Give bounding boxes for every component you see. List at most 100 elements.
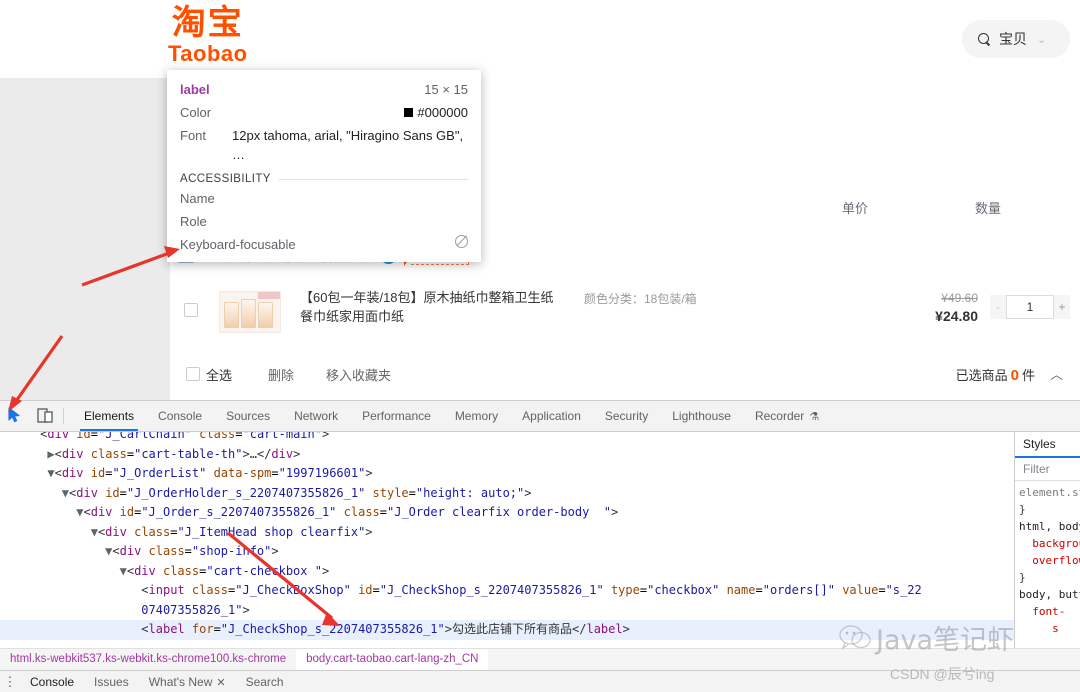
styles-rule-line: } [1019,571,1026,584]
tab-sources[interactable]: Sources [214,401,282,431]
styles-rules-list: element.style {}html, body { background … [1015,481,1080,637]
dom-tree-line[interactable]: ▼<div id="J_OrderList" data-spm="1997196… [0,464,1014,484]
inspect-element-icon[interactable] [3,403,29,429]
selected-suffix: 件 [1021,368,1035,383]
tooltip-font-label: Font [180,128,207,143]
tab-recorder[interactable]: Recorder ⚗ [743,401,831,431]
move-to-favorites-button[interactable]: 移入收藏夹 [326,365,391,384]
delete-button[interactable]: 删除 [268,365,294,384]
tab-lighthouse[interactable]: Lighthouse [660,401,743,431]
drawer-tab-console[interactable]: Console [20,675,84,689]
selected-prefix: 已选商品 [955,368,1008,383]
dom-tree-line[interactable]: ▼<div class="cart-checkbox "> [0,562,1014,582]
tooltip-element-name: label [180,82,210,97]
breadcrumb-item-body[interactable]: body.cart-taobao.cart-lang-zh_CN [296,649,489,670]
csdn-watermark: CSDN @辰兮ing [890,666,995,682]
wechat-icon [839,624,871,650]
page-header [0,0,1080,78]
color-swatch-icon [404,108,414,117]
section-divider [278,178,468,180]
tooltip-accessibility-section: ACCESSIBILITY [167,166,481,187]
column-unit-price: 单价 [842,201,869,216]
tab-elements[interactable]: Elements [72,401,146,431]
drawer-tab-issues[interactable]: Issues [84,675,139,689]
styles-panel: Styles Filter element.style {} html, body… [1014,432,1080,648]
styles-rule-line: } [1019,503,1026,516]
dom-tree-line[interactable]: <div id="J_CartChain" class="cart-main"> [0,432,1014,445]
tooltip-color-row: Color #000000 [167,101,481,124]
dom-tree-line[interactable]: ▶<div class="cart-table-th">…</div> [0,445,1014,465]
select-all-checkbox[interactable] [186,367,200,381]
toolbar-divider [63,408,64,424]
search-icon [978,32,991,46]
inspector-tooltip: label 15 × 15 Color #000000 Font 12px ta… [167,70,481,262]
dom-tree-line[interactable]: ▼<div class="J_ItemHead shop clearfix"> [0,523,1014,543]
taobao-logo[interactable]: 淘宝 Taobao [168,4,248,66]
drawer-tab-whats-new[interactable]: What's New ✕ [139,675,236,689]
item-price-current: ¥24.80 [935,308,978,324]
tooltip-font-value: 12px tahoma, arial, "Hiragino Sans GB", … [232,128,464,162]
thumb-pack-2 [241,299,256,328]
styles-tabbar: Styles [1015,432,1080,458]
thumb-tag [258,292,280,299]
item-price-group: ¥49.60 ¥24.80 [900,289,978,326]
dom-tree-line[interactable]: ▼<div id="J_OrderHolder_s_2207407355826_… [0,484,1014,504]
styles-rule-line: font- [1019,605,1066,618]
tooltip-section-title: ACCESSIBILITY [180,173,271,185]
styles-rule-line: s [1019,622,1059,635]
selected-summary: 已选商品 0 件 [956,365,1035,384]
drawer-tab-search[interactable]: Search [236,675,294,689]
item-checkbox[interactable] [184,303,198,317]
not-allowed-icon [455,235,468,248]
item-title[interactable]: 【60包一年装/18包】原木抽纸巾整箱卫生纸餐巾纸家用面巾纸 [300,288,565,326]
tab-console[interactable]: Console [146,401,214,431]
tooltip-focusable-row: Keyboard-focusable [167,233,481,256]
dom-tree[interactable]: <div id="J_CartChain" class="cart-main">… [0,432,1014,648]
taobao-cart-page: 淘宝 Taobao 宝贝 ⌄ 单价 数量 【60包一年装/18包】原木抽纸巾整箱… [0,0,1080,400]
styles-rule-line: overflow [1019,554,1080,567]
tab-performance[interactable]: Performance [350,401,443,431]
tooltip-dimensions: 15 × 15 [424,82,468,97]
close-icon[interactable]: ✕ [216,677,225,689]
item-sku: 颜色分类：18包装/箱 [584,292,697,306]
more-options-icon[interactable]: ⋮ [0,674,20,690]
selected-count: 0 [1010,367,1019,384]
devtools-main: <div id="J_CartChain" class="cart-main">… [0,432,1080,648]
wechat-watermark-text: Java笔记虾 [876,625,1015,656]
tooltip-name-label: Name [180,191,215,206]
styles-rule-line: body, button { [1019,588,1080,601]
tooltip-color-value-group: #000000 [404,103,468,122]
drawer-tab-whats-new-label: What's New [148,675,213,689]
dom-tree-line[interactable]: ▼<div class="shop-info"> [0,542,1014,562]
select-all-label[interactable]: 全选 [206,365,232,384]
breadcrumb-item-html[interactable]: html.ks-webkit537.ks-webkit.ks-chrome100… [0,649,296,670]
styles-rule-line: element.style { [1019,486,1080,499]
dom-tree-line[interactable]: <input class="J_CheckBoxShop" id="J_Chec… [0,581,1014,601]
styles-filter-input[interactable]: Filter [1015,458,1080,481]
tab-memory[interactable]: Memory [443,401,510,431]
dom-tree-line[interactable]: ▼<div id="J_Order_s_2207407355826_1" cla… [0,503,1014,523]
chevron-up-icon[interactable]: ︿ [1050,364,1063,383]
tab-security[interactable]: Security [593,401,660,431]
item-thumbnail[interactable] [219,291,281,333]
quantity-input[interactable]: 1 [1006,295,1054,319]
item-price-original: ¥49.60 [941,291,978,305]
thumb-pack-3 [258,302,273,328]
cart-action-bar: 全选 删除 移入收藏夹 已选商品 0 件 ︿ [178,353,1073,395]
tab-application[interactable]: Application [510,401,593,431]
wechat-watermark: Java笔记虾 [838,618,1014,657]
tab-styles[interactable]: Styles [1015,432,1080,451]
tooltip-name-row: Name [167,187,481,210]
column-quantity: 数量 [975,201,1002,216]
device-toolbar-icon[interactable] [32,403,58,429]
quantity-decrease-button[interactable]: - [990,295,1006,319]
screenshot-root: 淘宝 Taobao 宝贝 ⌄ 单价 数量 【60包一年装/18包】原木抽纸巾整箱… [0,0,1080,692]
tooltip-color-label: Color [180,105,212,120]
tab-network[interactable]: Network [282,401,350,431]
search-box[interactable]: 宝贝 ⌄ [962,20,1070,58]
devtools-toolbar: Elements Console Sources Network Perform… [0,401,1080,432]
chevron-down-icon[interactable]: ⌄ [1037,33,1046,46]
tab-recorder-label: Recorder [754,409,805,423]
quantity-increase-button[interactable]: + [1054,295,1070,319]
tooltip-focusable-label: Keyboard-focusable [180,237,296,252]
